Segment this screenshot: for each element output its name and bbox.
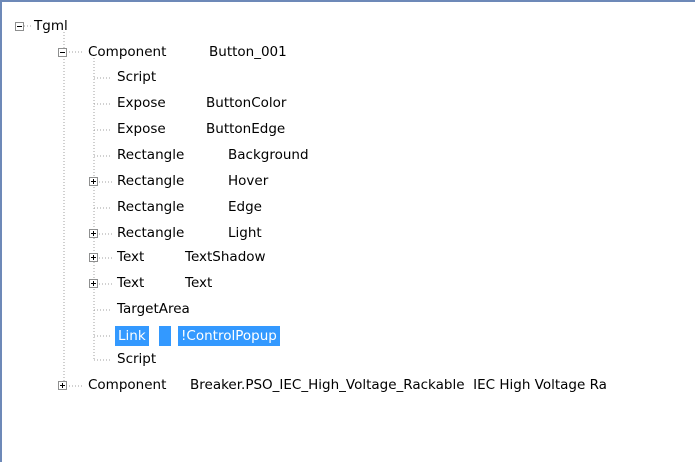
node-value[interactable]: Text: [185, 271, 212, 296]
node-type[interactable]: Rectangle: [117, 169, 184, 194]
node-value[interactable]: !ControlPopup: [178, 326, 280, 346]
collapse-icon[interactable]: [15, 22, 24, 31]
node-type[interactable]: Rectangle: [117, 221, 184, 246]
node-type[interactable]: Expose: [117, 117, 166, 142]
node-value[interactable]: Breaker.PSO_IEC_High_Voltage_Rackable IE…: [190, 373, 607, 398]
node-type[interactable]: Component: [88, 373, 166, 398]
node-type[interactable]: Rectangle: [117, 195, 184, 220]
node-value[interactable]: Edge: [228, 195, 262, 220]
node-type[interactable]: TargetArea: [117, 297, 190, 322]
node-value[interactable]: TextShadow: [185, 245, 266, 270]
node-value[interactable]: Light: [228, 221, 262, 246]
node-value[interactable]: ButtonColor: [206, 91, 286, 116]
tree-view[interactable]: Tgml Component Button_001 Script Expose …: [0, 0, 695, 462]
expand-icon[interactable]: [89, 177, 98, 186]
node-type[interactable]: Link: [115, 326, 149, 346]
node-type[interactable]: Expose: [117, 91, 166, 116]
node-type[interactable]: Text: [117, 271, 144, 296]
node-type[interactable]: Component: [88, 40, 166, 65]
node-type[interactable]: Script: [117, 65, 156, 90]
node-label[interactable]: Tgml: [34, 14, 68, 39]
node-value[interactable]: Background: [228, 143, 309, 168]
node-type[interactable]: Rectangle: [117, 143, 184, 168]
node-type[interactable]: Text: [117, 245, 144, 270]
node-value[interactable]: ButtonEdge: [206, 117, 285, 142]
collapse-icon[interactable]: [58, 48, 67, 57]
expand-icon[interactable]: [89, 253, 98, 262]
node-value[interactable]: Hover: [228, 169, 268, 194]
expand-icon[interactable]: [58, 381, 67, 390]
node-value[interactable]: Button_001: [209, 40, 287, 65]
expand-icon[interactable]: [89, 279, 98, 288]
node-type[interactable]: Script: [117, 347, 156, 372]
expand-icon[interactable]: [89, 229, 98, 238]
selection-gap: [159, 326, 171, 346]
